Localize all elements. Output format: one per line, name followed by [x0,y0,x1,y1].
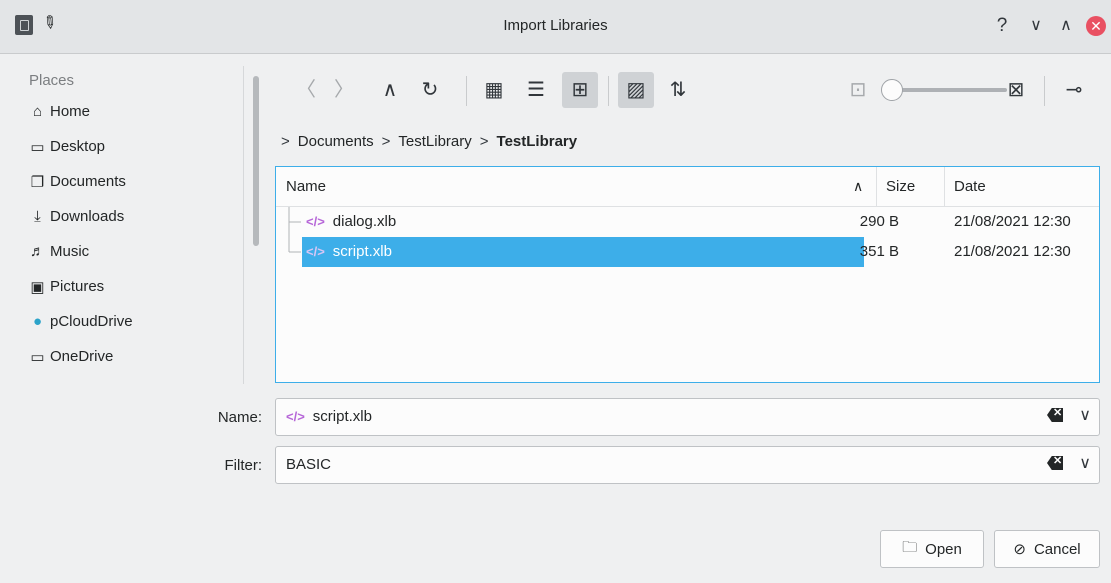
chevron-down-icon[interactable]: ∨ [1079,453,1091,473]
cancel-icon: ⊘ [1013,541,1026,558]
toolbar-separator [1044,76,1045,106]
file-list[interactable]: Name ∧ Size Date </> dialog.xlb 290 B 21/… [275,166,1100,383]
xml-file-icon: </> [306,244,325,259]
name-field[interactable]: </> script.xlb ✕ ∨ [275,398,1100,436]
name-label: Name: [217,409,262,426]
options-button[interactable]: ⊸ [1056,72,1092,108]
file-list-header: Name ∧ Size Date [276,167,1099,207]
xml-file-icon: </> [286,409,305,424]
back-button[interactable]: 〈 [288,72,324,108]
breadcrumb-separator: > [381,133,391,150]
sidebar-item-label: Home [50,103,91,120]
documents-icon: ❐ [30,173,45,191]
table-row[interactable]: </> dialog.xlb 290 B 21/08/2021 12:30 [276,207,1099,237]
music-icon: ♬ [30,243,45,260]
file-date: 21/08/2021 12:30 [954,243,1071,260]
breadcrumb-separator: > [479,133,489,150]
column-divider[interactable] [944,167,945,206]
open-button-label: Open [925,540,962,558]
file-size: 290 B [859,213,899,230]
sidebar-item-home[interactable]: ⌂ Home [29,94,249,129]
file-size: 351 B [859,243,899,260]
breadcrumb-item-documents[interactable]: Documents [298,133,374,150]
sort-ascending-icon: ∧ [853,178,864,194]
sidebar-item-label: Downloads [50,208,125,225]
column-header-name[interactable]: Name [286,167,326,206]
file-name: script.xlb [332,243,392,260]
folder-open-icon: 🗀 [902,538,918,556]
column-header-date[interactable]: Date [954,167,986,206]
chevron-down-icon[interactable]: ∨ [1079,405,1091,425]
sort-button[interactable]: ⇅ [660,72,696,108]
window-title: Import Libraries [503,17,608,34]
sidebar-divider [243,66,244,384]
sidebar-item-desktop[interactable]: ▭ Desktop [29,129,249,164]
details-view-button[interactable]: ☰ [518,72,554,108]
name-field-value: script.xlb [312,408,372,425]
file-date: 21/08/2021 12:30 [954,213,1071,230]
breadcrumb-item-current[interactable]: TestLibrary [497,133,578,150]
preview-button[interactable]: ▨ [618,72,654,108]
zoom-out-icon[interactable]: ⊡ [840,72,876,108]
sidebar-item-music[interactable]: ♬ Music [29,234,249,269]
sidebar-scrollbar[interactable] [253,76,259,246]
filter-field[interactable]: BASIC ✕ ∨ [275,446,1100,484]
tree-line [288,237,301,253]
sidebar-item-pictures[interactable]: ▣ Pictures [29,269,249,304]
breadcrumb-item-testlibrary[interactable]: TestLibrary [398,133,471,150]
title-bar: ✎ Import Libraries ? ∨ ∧ ✕ [0,0,1111,54]
sidebar-item-label: Documents [50,173,126,190]
open-button[interactable]: 🗀 Open [880,530,984,568]
minimize-button[interactable]: ∨ [1024,14,1048,38]
desktop-icon: ▭ [30,138,45,156]
folder-icon: ▭ [30,348,45,366]
breadcrumb-separator: > [281,133,290,150]
filter-field-value: BASIC [286,456,332,473]
sidebar-item-documents[interactable]: ❐ Documents [29,164,249,199]
column-divider[interactable] [876,167,877,206]
table-row-selected[interactable]: </> script.xlb 351 B 21/08/2021 12:30 [276,237,1099,267]
up-button[interactable]: ∧ [372,72,408,108]
toolbar-separator [466,76,467,106]
sidebar-item-downloads[interactable]: ⤓ Downloads [29,199,249,234]
tree-view-button[interactable]: ⊞ [562,72,598,108]
clear-icon[interactable]: ✕ [1047,456,1063,470]
toolbar: 〈 〉 ∧ ↻ ▦ ☰ ⊞ ▨ ⇅ ⊡ ⊠ ⊸ [288,72,1098,112]
file-name: dialog.xlb [332,213,397,230]
cloud-icon: ● [32,313,43,330]
sidebar-item-onedrive[interactable]: ▭ OneDrive [29,339,249,374]
reload-button[interactable]: ↻ [412,72,448,108]
sidebar-item-pclouddrive[interactable]: ● pCloudDrive [29,304,249,339]
places-heading: Places [29,72,75,89]
cancel-button[interactable]: ⊘ Cancel [994,530,1100,568]
filter-label: Filter: [224,457,263,474]
forward-button[interactable]: 〉 [326,72,362,108]
cancel-button-label: Cancel [1033,540,1081,558]
home-icon: ⌂ [32,103,43,120]
sidebar-item-label: OneDrive [50,348,114,365]
sidebar-item-label: Music [50,243,90,260]
sidebar-item-label: Desktop [50,138,106,155]
toolbar-separator [608,76,609,106]
column-header-size[interactable]: Size [886,167,915,206]
icons-view-button[interactable]: ▦ [476,72,512,108]
places-panel: Places ⌂ Home ▭ Desktop ❐ Documents ⤓ Do… [29,72,249,374]
tree-line [288,207,301,237]
zoom-slider-handle[interactable] [881,79,903,101]
clear-icon[interactable]: ✕ [1047,408,1063,422]
maximize-button[interactable]: ∧ [1054,14,1078,38]
sidebar-item-label: Pictures [50,278,105,295]
help-button[interactable]: ? [990,14,1014,38]
xml-file-icon: </> [306,214,325,229]
sidebar-item-label: pCloudDrive [50,313,133,330]
zoom-in-icon[interactable]: ⊠ [998,72,1034,108]
pictures-icon: ▣ [30,278,45,296]
downloads-icon: ⤓ [34,208,41,225]
zoom-slider-track[interactable] [900,88,1007,92]
breadcrumb: > Documents > TestLibrary > TestLibrary [281,133,577,150]
close-button[interactable]: ✕ [1086,16,1106,36]
